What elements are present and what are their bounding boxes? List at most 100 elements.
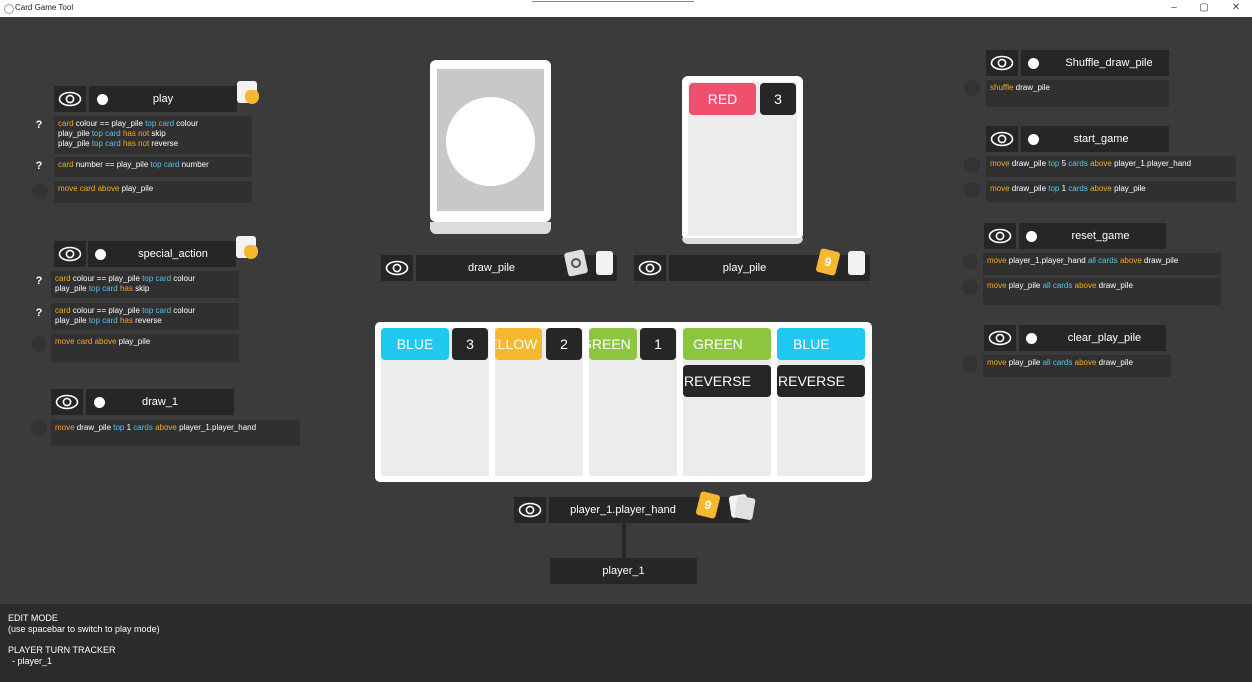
action-marker xyxy=(962,279,978,295)
rule-line: move player_1.player_hand all cards abov… xyxy=(987,256,1217,266)
shuffle-action[interactable]: shuffle draw_pile xyxy=(986,80,1169,107)
eye-icon xyxy=(638,260,662,276)
rule-text: skip xyxy=(132,284,150,293)
rule-keyword: move xyxy=(990,184,1010,193)
radio-dot-icon[interactable] xyxy=(1028,134,1039,145)
rule-keyword: top xyxy=(1048,159,1060,168)
rule-keyword: has xyxy=(119,284,133,293)
hand-icon[interactable] xyxy=(237,81,259,104)
radio-dot-icon[interactable] xyxy=(1026,333,1037,344)
radio-dot-icon[interactable] xyxy=(97,94,108,105)
rule-keyword: above xyxy=(1074,358,1097,367)
eye-icon xyxy=(58,246,82,262)
rule-text: reverse xyxy=(149,139,179,148)
draw-pile-visibility-toggle[interactable] xyxy=(381,255,413,281)
rule-keyword: cards xyxy=(133,423,153,432)
rule-text: draw_pile xyxy=(1009,159,1049,168)
rule-keyword: has not xyxy=(122,129,150,138)
rule-keyword: card xyxy=(79,184,96,193)
rule-title: special_action xyxy=(138,248,208,260)
hand-icon[interactable] xyxy=(236,236,258,259)
rule-keyword: above xyxy=(1074,281,1097,290)
play-pile-visibility-toggle[interactable] xyxy=(634,255,666,281)
rule-text: number == play_pile xyxy=(73,160,151,169)
reset-game-visibility-toggle[interactable] xyxy=(984,223,1016,249)
rule-line: move card above play_pile xyxy=(55,337,235,347)
radio-dot-icon[interactable] xyxy=(95,249,106,260)
reset-game-action-2[interactable]: move play_pile all cards above draw_pile xyxy=(983,278,1221,305)
rule-text: play_pile xyxy=(1006,281,1043,290)
player-node[interactable]: player_1 xyxy=(550,558,697,584)
play-condition-2[interactable]: card number == play_pile top card number xyxy=(54,157,252,177)
rule-keyword: above xyxy=(94,337,117,346)
app-icon xyxy=(4,4,14,14)
shuffle-icon[interactable] xyxy=(563,249,589,277)
reset-game-action-1[interactable]: move player_1.player_hand all cards abov… xyxy=(983,253,1221,275)
rule-keyword: card xyxy=(58,160,74,169)
start-game-visibility-toggle[interactable] xyxy=(986,126,1018,152)
clear-play-pile-visibility-toggle[interactable] xyxy=(984,325,1016,351)
clear-play-pile-action[interactable]: move play_pile all cards above draw_pile xyxy=(983,355,1171,377)
rule-line: play_pile top card has not reverse xyxy=(58,139,248,149)
rule-play-header[interactable]: play xyxy=(89,86,237,112)
rule-keyword: top card xyxy=(150,160,180,169)
start-game-action-1[interactable]: move draw_pile top 5 cards above player_… xyxy=(986,156,1236,177)
rule-reset-game-header[interactable]: reset_game xyxy=(1019,223,1166,249)
draw-1-action[interactable]: move draw_pile top 1 cards above player_… xyxy=(51,420,300,446)
radio-dot-icon[interactable] xyxy=(94,397,105,408)
condition-marker: ? xyxy=(35,275,43,287)
rule-clear-play-pile-header[interactable]: clear_play_pile xyxy=(1019,325,1166,351)
play-action[interactable]: move card above play_pile xyxy=(54,181,252,203)
card-stack-icon[interactable] xyxy=(596,251,613,275)
rule-title: Shuffle_draw_pile xyxy=(1065,57,1153,69)
close-button[interactable]: ✕ xyxy=(1226,2,1246,13)
rule-text: draw_pile xyxy=(1013,83,1050,92)
card-stack-icon[interactable] xyxy=(848,251,865,275)
rule-line: card colour == play_pile top card colour xyxy=(55,306,235,316)
action-marker xyxy=(32,183,48,199)
rule-keyword: shuffle xyxy=(990,83,1014,92)
special-action-action[interactable]: move card above play_pile xyxy=(51,334,239,362)
rule-shuffle-header[interactable]: Shuffle_draw_pile xyxy=(1021,50,1169,76)
rule-draw-1-header[interactable]: draw_1 xyxy=(86,389,234,415)
game-canvas: play ? card colour == play_pile top card… xyxy=(0,17,1252,604)
start-game-action-2[interactable]: move draw_pile top 1 cards above play_pi… xyxy=(986,181,1236,202)
player-name: player_1 xyxy=(602,565,645,577)
player-hand-visibility-toggle[interactable] xyxy=(514,497,546,523)
rule-keyword: above xyxy=(1119,256,1142,265)
special-action-visibility-toggle[interactable] xyxy=(54,241,86,267)
rule-keyword: has not xyxy=(122,139,150,148)
shuffle-visibility-toggle[interactable] xyxy=(986,50,1018,76)
minimize-button[interactable]: – xyxy=(1164,2,1184,13)
eye-icon xyxy=(990,131,1014,147)
radio-dot-icon[interactable] xyxy=(1028,58,1039,69)
play-condition-1[interactable]: card colour == play_pile top card colour… xyxy=(54,116,252,154)
rule-text: play_pile xyxy=(58,139,92,148)
rule-text: number xyxy=(179,160,209,169)
action-marker xyxy=(962,356,978,372)
card-colour-badge: GREEN xyxy=(683,328,771,360)
radio-dot-icon[interactable] xyxy=(1026,231,1037,242)
rule-keyword: cards xyxy=(1068,184,1088,193)
eye-icon xyxy=(518,502,542,518)
rule-text: colour xyxy=(171,306,196,315)
rule-keyword: top card xyxy=(142,274,172,283)
rule-text: skip xyxy=(149,129,166,138)
title-drag-indicator xyxy=(532,1,694,2)
rule-start-game-header[interactable]: start_game xyxy=(1021,126,1169,152)
maximize-button[interactable]: ▢ xyxy=(1194,2,1214,13)
rule-special-action-header[interactable]: special_action xyxy=(88,241,236,267)
rule-text: play_pile xyxy=(55,284,89,293)
rule-keyword: above xyxy=(1090,184,1112,193)
special-action-condition-1[interactable]: card colour == play_pile top card colour… xyxy=(51,271,239,298)
rule-line: card colour == play_pile top card colour xyxy=(55,274,235,284)
rule-keyword: top card xyxy=(145,119,175,128)
rule-keyword: card xyxy=(55,274,71,283)
play-visibility-toggle[interactable] xyxy=(54,86,86,112)
eye-icon xyxy=(58,91,82,107)
rule-text: 1 xyxy=(1059,184,1069,193)
special-action-condition-2[interactable]: card colour == play_pile top card colour… xyxy=(51,303,239,330)
draw-1-visibility-toggle[interactable] xyxy=(51,389,83,415)
draw-pile-card-back[interactable] xyxy=(430,60,551,234)
play-pile-label[interactable]: play_pile xyxy=(669,255,870,281)
